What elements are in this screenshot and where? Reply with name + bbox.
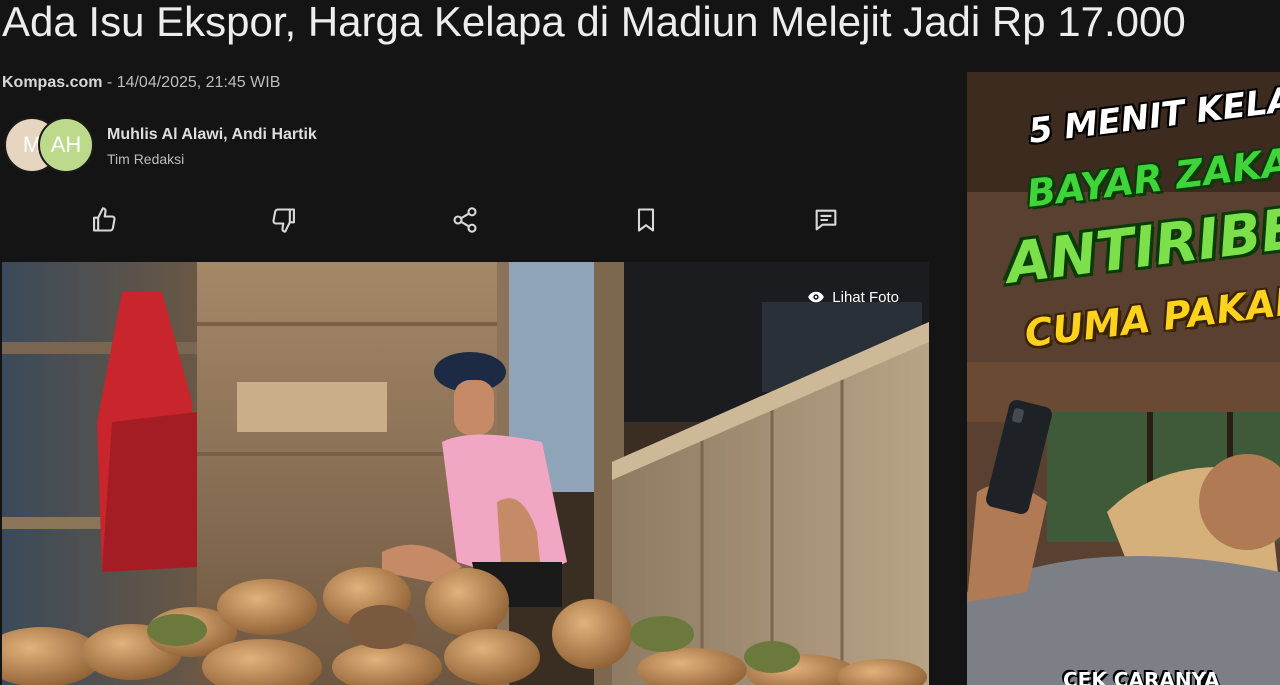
article-meta: Kompas.com - 14/04/2025, 21:45 WIB [2,74,280,92]
bookmark-button[interactable] [626,200,666,240]
article-photo[interactable]: Lihat Foto [2,262,929,685]
bookmark-icon [637,208,655,232]
source-link[interactable]: Kompas.com [2,74,102,91]
avatar[interactable]: AH [38,117,94,173]
meta-separator: - [102,74,117,91]
view-photo-button[interactable]: Lihat Foto [807,288,899,306]
author-team: Tim Redaksi [107,151,185,167]
like-button[interactable] [84,200,124,240]
article-actions [0,200,930,244]
dislike-button[interactable] [264,200,304,240]
article-headline: Ada Isu Ekspor, Harga Kelapa di Madiun M… [2,0,1186,45]
thumbs-down-icon [272,208,295,233]
author-names[interactable]: Muhlis Al Alawi, Andi Hartik [107,126,317,144]
thumbs-up-icon [93,207,116,232]
advertisement-banner[interactable]: 5 MENIT KELAR BAYAR ZAKAT ANTIRIBET CUMA… [967,72,1280,685]
comment-button[interactable] [806,200,846,240]
coconut-seller-photo [2,262,929,685]
share-button[interactable] [445,200,485,240]
eye-icon [808,291,825,303]
publish-datetime: 14/04/2025, 21:45 WIB [116,74,281,91]
share-icon [453,207,477,233]
comment-icon [815,209,837,231]
article-page: Ada Isu Ekspor, Harga Kelapa di Madiun M… [0,0,1280,685]
author-avatars[interactable]: M AH [4,117,96,173]
view-photo-label: Lihat Foto [832,288,899,306]
ad-cta[interactable]: CEK CARANYA [1063,668,1220,685]
